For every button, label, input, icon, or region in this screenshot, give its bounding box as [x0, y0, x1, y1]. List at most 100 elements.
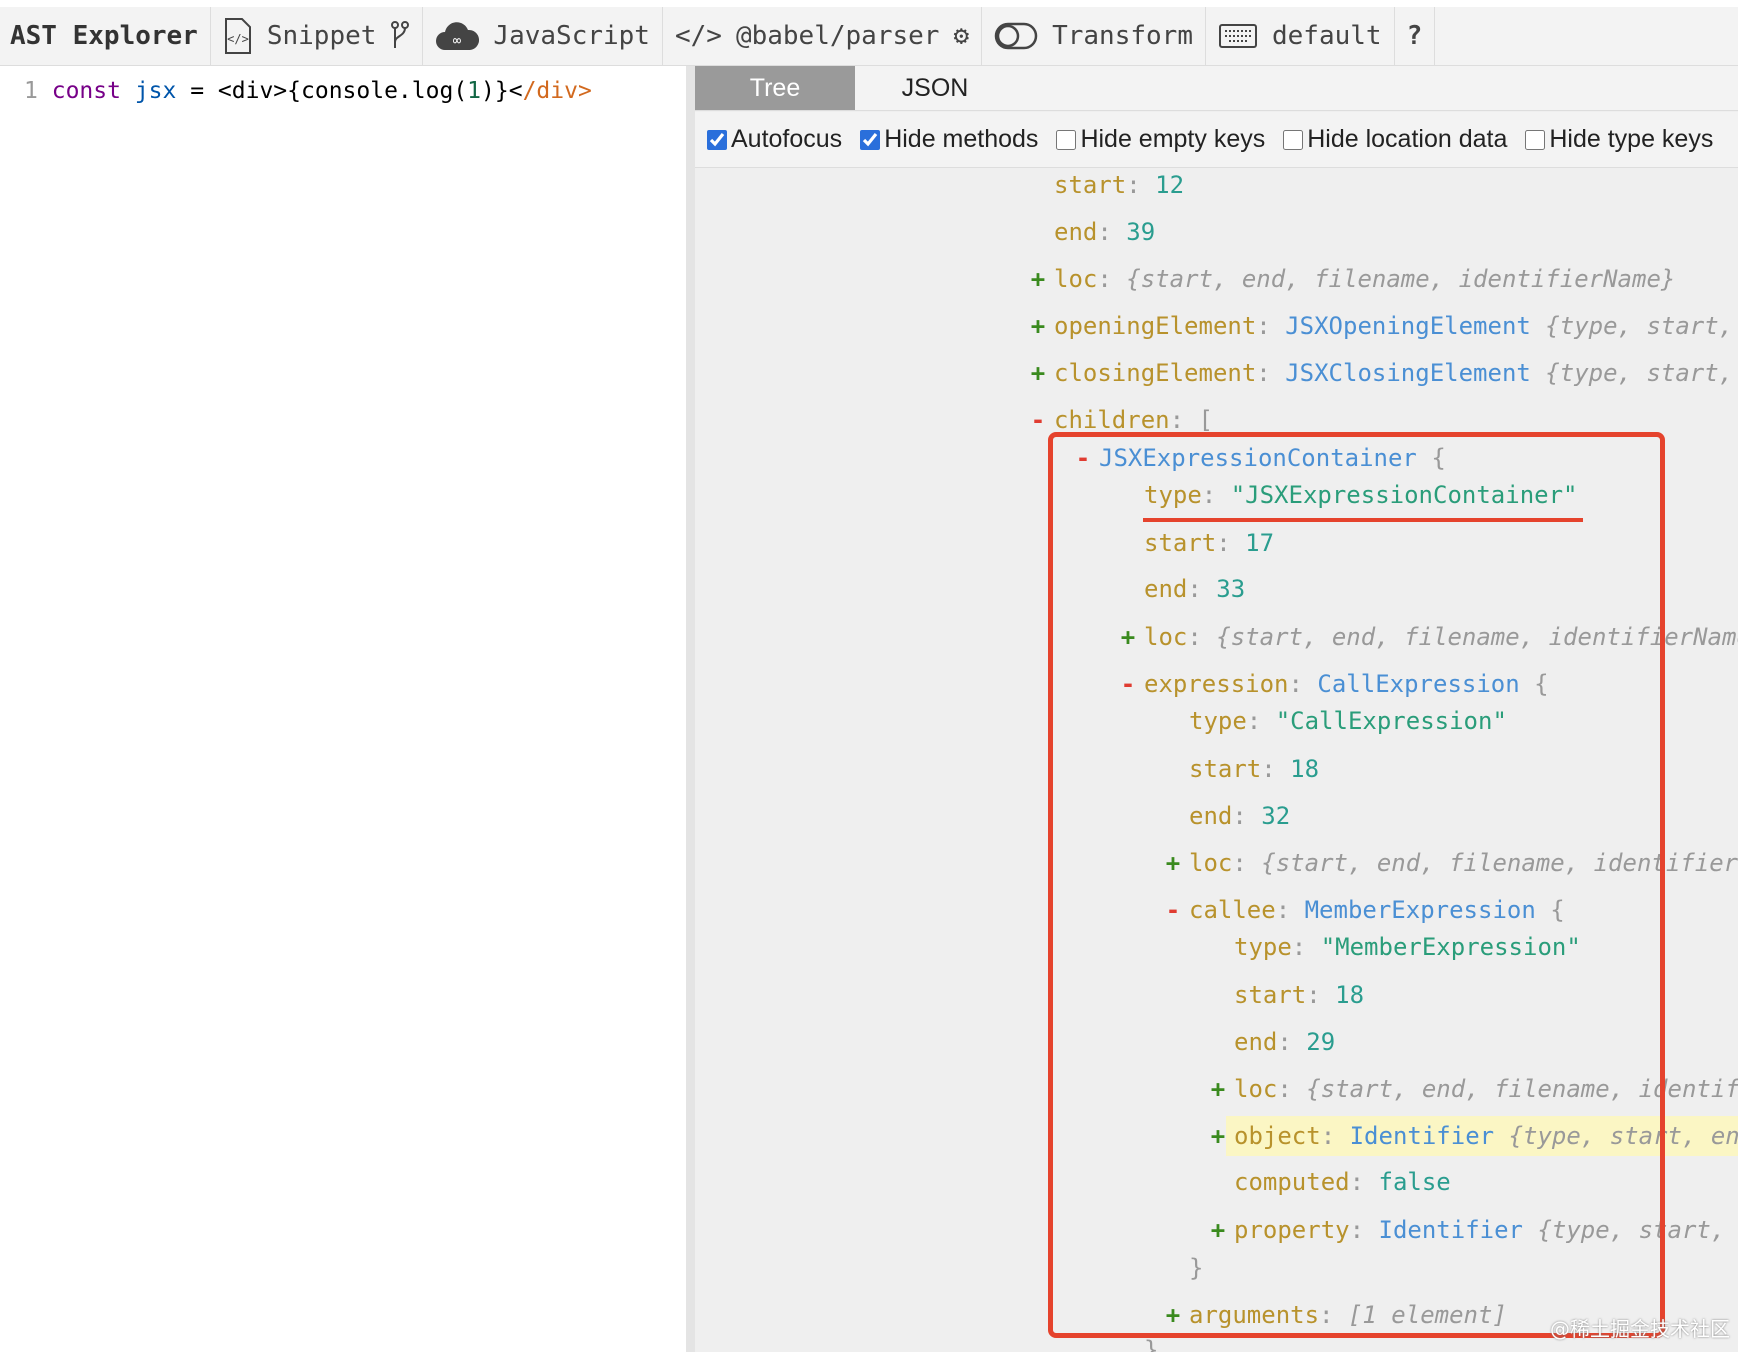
option-1[interactable]: Hide methods: [860, 125, 1038, 154]
tree-node[interactable]: end: 33: [1144, 569, 1245, 609]
tree-node[interactable]: +loc: {start, end, filename, identifierN…: [1211, 1069, 1738, 1109]
colon: :: [1126, 171, 1156, 199]
tree-node[interactable]: start: 18: [1189, 749, 1319, 789]
node-value: JSXClosingElement: [1285, 359, 1531, 387]
option-label: Hide type keys: [1549, 125, 1714, 153]
node-key: computed: [1234, 1168, 1350, 1196]
tree-node[interactable]: +loc: {start, end, filename, identifierN…: [1121, 617, 1738, 657]
node-key: start: [1189, 755, 1262, 783]
tree-node[interactable]: +loc: {start, end, filename, identifierN…: [1031, 259, 1676, 299]
gear-icon[interactable]: ⚙: [953, 21, 969, 51]
colon: :: [1319, 1301, 1348, 1329]
keymap-label: default: [1271, 21, 1382, 51]
colon: :: [1291, 933, 1321, 961]
node-value: 29: [1306, 1028, 1336, 1056]
option-0[interactable]: Autofocus: [707, 125, 842, 154]
code-editor[interactable]: 1 const jsx = <div>{console.log(1)}</div…: [0, 66, 686, 1352]
transform-toggle[interactable]: Transform: [982, 7, 1206, 65]
tree-node[interactable]: - children: [: [1031, 400, 1213, 440]
tree-node[interactable]: start: 12: [1054, 165, 1184, 205]
expand-icon[interactable]: +: [1163, 1295, 1183, 1335]
tree-node[interactable]: computed: false: [1234, 1162, 1451, 1202]
tree-node[interactable]: type: "MemberExpression": [1234, 927, 1581, 967]
option-2[interactable]: Hide empty keys: [1056, 125, 1265, 154]
tree-node[interactable]: - JSXExpressionContainer {: [1076, 438, 1446, 478]
colon: :: [1097, 218, 1127, 246]
tab-json[interactable]: JSON: [855, 66, 1015, 110]
option-checkbox[interactable]: [1056, 129, 1077, 150]
collapse-icon[interactable]: -: [1073, 438, 1093, 478]
line-number: 1: [24, 78, 38, 104]
option-checkbox[interactable]: [1283, 129, 1304, 150]
tree-node[interactable]: end: 29: [1234, 1022, 1335, 1062]
expand-icon[interactable]: +: [1208, 1116, 1228, 1156]
code-text: <div>{console.log(: [217, 78, 468, 104]
tree-node[interactable]: type: "CallExpression": [1189, 701, 1507, 741]
node-key: arguments: [1189, 1301, 1320, 1329]
tree-node[interactable]: - expression: CallExpression {: [1121, 664, 1549, 704]
node-key: end: [1144, 575, 1188, 603]
code-line[interactable]: 1 const jsx = <div>{console.log(1)}</div…: [24, 78, 592, 104]
collapse-icon[interactable]: -: [1028, 400, 1048, 440]
node-key: end: [1234, 1028, 1278, 1056]
node-key: closingElement: [1054, 359, 1257, 387]
tree-node[interactable]: end: 39: [1054, 212, 1155, 252]
language-select[interactable]: ∞ JavaScript: [423, 7, 663, 65]
expand-icon[interactable]: +: [1208, 1069, 1228, 1109]
fork-icon[interactable]: [390, 21, 410, 51]
colon: :: [1275, 896, 1305, 924]
toolbar: AST Explorer </> Snippet ∞ JavaScript </…: [0, 7, 1738, 66]
node-key: loc: [1054, 265, 1098, 293]
help-button[interactable]: ?: [1395, 7, 1436, 65]
tree-node[interactable]: }: [1144, 1330, 1158, 1352]
keymap-select[interactable]: default: [1206, 7, 1395, 65]
parser-label: @babel/parser: [735, 21, 940, 51]
collapse-icon[interactable]: -: [1118, 664, 1138, 704]
svg-text:</>: </>: [227, 32, 249, 46]
node-key: loc: [1144, 623, 1188, 651]
tree-node[interactable]: start: 18: [1234, 975, 1364, 1015]
tree-node[interactable]: + arguments: [1 element]: [1166, 1295, 1507, 1335]
collapse-icon[interactable]: -: [1163, 890, 1183, 930]
tree-node[interactable]: type: "JSXExpressionContainer": [1144, 475, 1577, 515]
code-keyword: const: [51, 78, 121, 104]
expand-icon[interactable]: +: [1118, 617, 1138, 657]
node-key: callee: [1189, 896, 1276, 924]
tree-node[interactable]: - callee: MemberExpression {: [1166, 890, 1565, 930]
snippet-menu[interactable]: </> Snippet: [211, 7, 424, 65]
tree-node[interactable]: +property: Identifier {type, start, end,…: [1211, 1210, 1738, 1250]
option-checkbox[interactable]: [1525, 129, 1546, 150]
node-value: CallExpression: [1317, 670, 1520, 698]
expand-icon[interactable]: +: [1208, 1210, 1228, 1250]
node-key: loc: [1189, 849, 1233, 877]
option-4[interactable]: Hide type keys: [1525, 125, 1713, 154]
expand-icon[interactable]: +: [1028, 353, 1048, 393]
parser-select[interactable]: </> @babel/parser ⚙: [663, 7, 983, 65]
tree-node[interactable]: end: 32: [1189, 796, 1290, 836]
tree-node[interactable]: + closingElement: JSXClosingElement {type…: [1031, 353, 1738, 393]
colon: :: [1187, 623, 1217, 651]
option-3[interactable]: Hide location data: [1283, 125, 1507, 154]
node-value: JSXExpressionContainer: [1099, 444, 1417, 472]
tree-options: Autofocus Hide methods Hide empty keys Hide…: [695, 112, 1738, 168]
option-checkbox[interactable]: [860, 129, 881, 150]
node-value: 33: [1216, 575, 1246, 603]
tree-node[interactable]: start: 17: [1144, 523, 1274, 563]
tree-node[interactable]: }: [1189, 1248, 1203, 1288]
transform-label: Transform: [1052, 21, 1193, 51]
bracket: {: [1519, 670, 1549, 698]
option-checkbox[interactable]: [707, 129, 727, 150]
expand-icon[interactable]: +: [1028, 259, 1048, 299]
expand-icon[interactable]: +: [1163, 843, 1183, 883]
node-value: Identifier: [1378, 1216, 1524, 1244]
expand-icon[interactable]: +: [1028, 306, 1048, 346]
tree-node[interactable]: +loc: {start, end, filename, identifierN…: [1166, 843, 1738, 883]
tab-tree[interactable]: Tree: [695, 66, 855, 110]
node-key: start: [1054, 171, 1127, 199]
node-summary: {start, end, filename, identifierName}: [1261, 849, 1738, 877]
tree-node[interactable]: + openingElement: JSXOpeningElement {type…: [1031, 306, 1738, 346]
file-code-icon: </>: [223, 17, 253, 55]
pane-resizer[interactable]: [686, 66, 695, 1352]
tree-node[interactable]: +object: Identifier {type, start, end, l…: [1211, 1116, 1738, 1156]
code-variable: jsx: [134, 78, 177, 104]
